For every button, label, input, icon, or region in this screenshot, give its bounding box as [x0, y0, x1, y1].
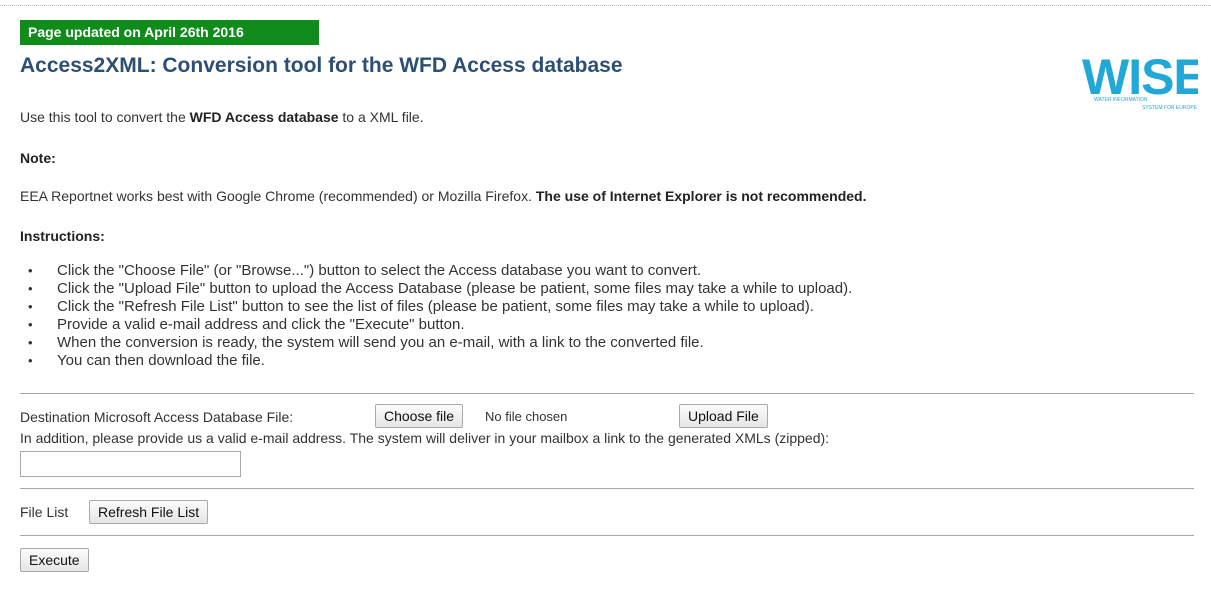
execute-button[interactable]: Execute	[20, 548, 89, 572]
intro-text: Use this tool to convert the WFD Access …	[20, 109, 424, 125]
list-item: Provide a valid e-mail address and click…	[20, 316, 852, 334]
upload-file-button[interactable]: Upload File	[679, 404, 768, 428]
page-updated-badge: Page updated on April 26th 2016	[20, 20, 319, 45]
divider	[20, 535, 1194, 536]
logo-subtext-2: SYSTEM FOR EUROPE	[1142, 105, 1198, 111]
divider	[20, 393, 1194, 394]
list-item: Click the "Choose File" (or "Browse...")…	[20, 262, 852, 280]
upload-label: Destination Microsoft Access Database Fi…	[20, 409, 294, 425]
file-list-label: File List	[20, 504, 69, 520]
list-item: Click the "Upload File" button to upload…	[20, 280, 852, 298]
page-title: Access2XML: Conversion tool for the WFD …	[20, 54, 623, 77]
logo-subtext-1: WATER INFORMATION	[1094, 97, 1148, 103]
choose-file-button[interactable]: Choose file	[375, 404, 464, 428]
note-text: EEA Reportnet works best with Google Chr…	[20, 188, 867, 204]
list-item: Click the "Refresh File List" button to …	[20, 298, 852, 316]
list-item: You can then download the file.	[20, 352, 852, 370]
note-warning: The use of Internet Explorer is not reco…	[535, 188, 867, 204]
wise-logo: WISE WATER INFORMATION SYSTEM FOR EUROPE	[1082, 52, 1198, 111]
divider	[20, 488, 1194, 489]
email-field[interactable]	[20, 451, 241, 477]
instructions-heading: Instructions:	[20, 228, 105, 244]
refresh-file-list-button[interactable]: Refresh File List	[89, 500, 209, 524]
no-file-chosen-text: No file chosen	[485, 409, 568, 424]
list-item: When the conversion is ready, the system…	[20, 334, 852, 352]
instructions-list: Click the "Choose File" (or "Browse...")…	[20, 262, 852, 370]
top-divider	[0, 5, 1211, 6]
note-heading: Note:	[20, 150, 56, 166]
email-prompt: In addition, please provide us a valid e…	[20, 430, 830, 446]
intro-bold: WFD Access database	[189, 109, 339, 125]
